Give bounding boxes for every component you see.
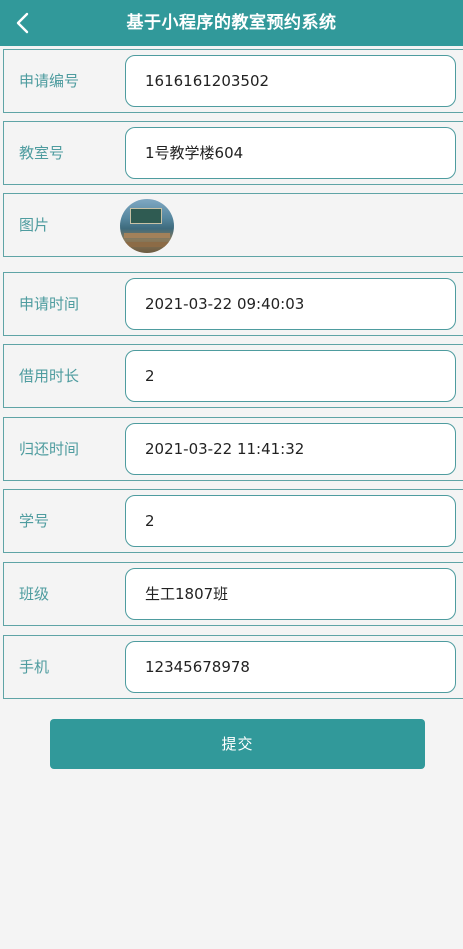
classroom-no-field[interactable]: 1号教学楼604 [125,127,456,179]
classroom-photo[interactable] [120,199,174,253]
page-title: 基于小程序的教室预约系统 [126,13,337,33]
phone-field[interactable]: 12345678978 [125,641,456,693]
classroom-no-label: 教室号 [19,144,65,162]
return-time-field[interactable]: 2021-03-22 11:41:32 [125,423,456,475]
borrow-duration-field[interactable]: 2 [125,350,456,402]
class-name-row: 班级 生工1807班 [3,562,463,626]
borrow-duration-label: 借用时长 [19,367,80,385]
application-no-label: 申请编号 [19,72,80,90]
student-no-label: 学号 [19,512,50,530]
return-time-label: 归还时间 [19,440,80,458]
submit-button[interactable]: 提交 [50,719,425,769]
app-header: 基于小程序的教室预约系统 [0,0,463,46]
apply-time-label: 申请时间 [19,295,80,313]
picture-row: 图片 [3,193,463,257]
return-time-row: 归还时间 2021-03-22 11:41:32 [3,417,463,481]
classroom-no-row: 教室号 1号教学楼604 [3,121,463,185]
apply-time-row: 申请时间 2021-03-22 09:40:03 [3,272,463,336]
phone-label: 手机 [19,658,50,676]
application-no-field[interactable]: 1616161203502 [125,55,456,107]
classroom-photo-blackboard [130,208,162,224]
borrow-duration-row: 借用时长 2 [3,344,463,408]
classroom-photo-desk [122,242,172,247]
student-no-field[interactable]: 2 [125,495,456,547]
class-name-label: 班级 [19,585,50,603]
class-name-field[interactable]: 生工1807班 [125,568,456,620]
student-no-row: 学号 2 [3,489,463,553]
apply-time-field[interactable]: 2021-03-22 09:40:03 [125,278,456,330]
classroom-photo-desk [124,233,170,238]
phone-row: 手机 12345678978 [3,635,463,699]
picture-label: 图片 [19,216,50,234]
application-no-row: 申请编号 1616161203502 [3,49,463,113]
